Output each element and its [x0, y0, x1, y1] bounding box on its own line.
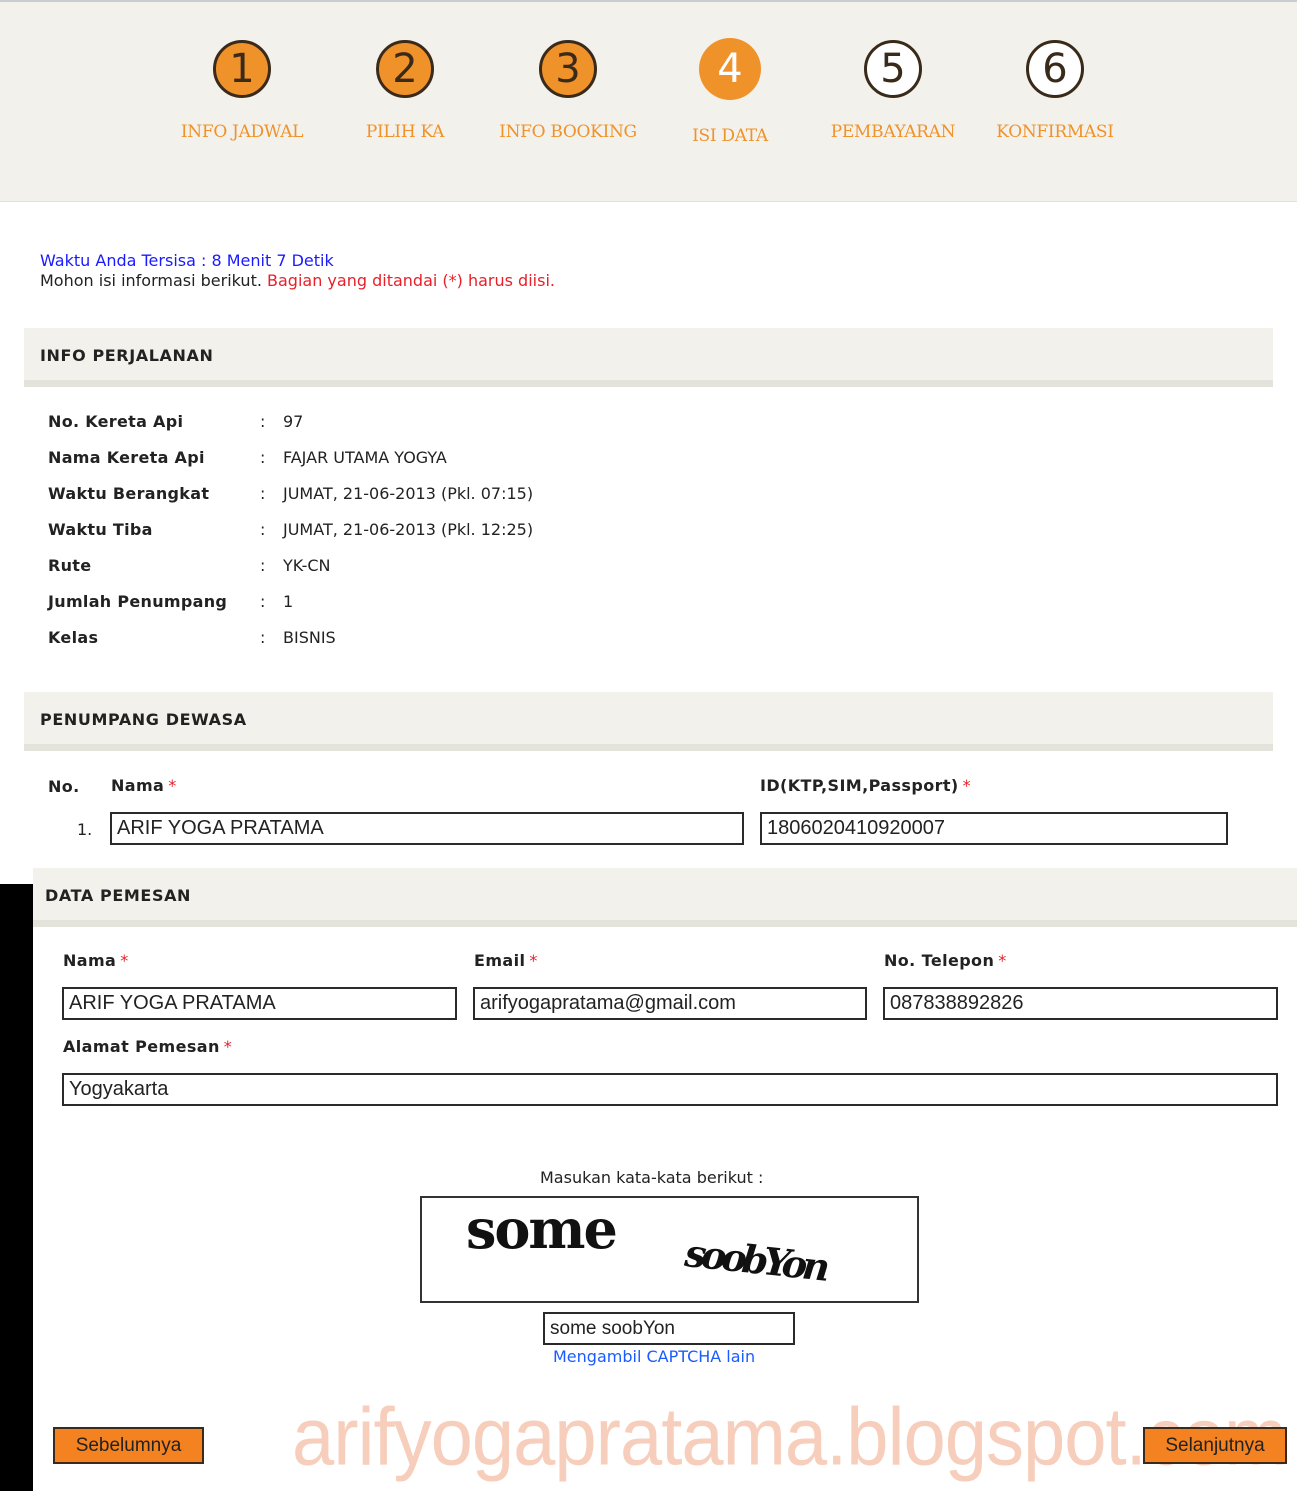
section-trip-info: INFO PERJALANAN: [24, 328, 1273, 387]
column-header-id: ID(KTP,SIM,Passport) *: [760, 776, 971, 795]
form-notice: Mohon isi informasi berikut. Bagian yang…: [40, 271, 555, 290]
left-black-strip: [0, 884, 33, 1491]
booker-name-input[interactable]: [62, 987, 457, 1020]
step-label: ISI DATA: [692, 126, 768, 146]
info-separator: :: [260, 556, 266, 575]
info-label: Waktu Berangkat: [48, 484, 210, 503]
step-pembayaran: 5 PEMBAYARAN: [803, 40, 983, 142]
booker-name-label: Nama *: [63, 951, 129, 970]
info-label: Jumlah Penumpang: [48, 592, 228, 611]
info-label: Rute: [48, 556, 92, 575]
info-label: No. Kereta Api: [48, 412, 184, 431]
section-title: INFO PERJALANAN: [40, 346, 214, 365]
info-separator: :: [260, 448, 266, 467]
step-konfirmasi: 6 KONFIRMASI: [965, 40, 1145, 142]
info-separator: :: [260, 412, 266, 431]
info-label: Nama Kereta Api: [48, 448, 205, 467]
step-number: 3: [539, 40, 597, 98]
section-title: DATA PEMESAN: [45, 886, 192, 905]
time-remaining: Waktu Anda Tersisa : 8 Menit 7 Detik: [40, 251, 334, 270]
column-header-name-label: Nama: [111, 776, 165, 795]
info-separator: :: [260, 520, 266, 539]
info-separator: :: [260, 592, 266, 611]
required-mark: *: [223, 1037, 233, 1056]
step-isi-data: 4 ISI DATA: [640, 38, 820, 146]
booker-phone-input[interactable]: [883, 987, 1278, 1020]
info-value: BISNIS: [283, 628, 336, 647]
required-mark: *: [529, 951, 538, 970]
section-title: PENUMPANG DEWASA: [40, 710, 247, 729]
captcha-label: Masukan kata-kata berikut :: [540, 1168, 764, 1187]
captcha-image-graphic: some soobYon: [466, 1197, 831, 1290]
step-number: 5: [864, 40, 922, 98]
progress-stepper: 1 INFO JADWAL 2 PILIH KA 3 INFO BOOKING …: [0, 0, 1297, 202]
step-label: INFO BOOKING: [499, 122, 637, 142]
booker-phone-label: No. Telepon *: [884, 951, 1007, 970]
step-label: KONFIRMASI: [996, 122, 1114, 142]
booker-name-label-text: Nama: [63, 951, 117, 970]
section-booker-data: DATA PEMESAN: [33, 868, 1297, 927]
step-number: 2: [376, 40, 434, 98]
step-number: 1: [213, 40, 271, 98]
info-label: Waktu Tiba: [48, 520, 153, 539]
step-info-jadwal: 1 INFO JADWAL: [152, 40, 332, 142]
required-notice: Bagian yang ditandai (*) harus diisi.: [267, 271, 555, 290]
captcha-image: some soobYon: [420, 1196, 919, 1303]
step-number: 6: [1026, 40, 1084, 98]
booker-address-input[interactable]: [62, 1073, 1278, 1106]
step-info-booking: 3 INFO BOOKING: [478, 40, 658, 142]
previous-button[interactable]: Sebelumnya: [53, 1427, 204, 1464]
info-separator: :: [260, 628, 266, 647]
booker-address-label: Alamat Pemesan *: [63, 1037, 232, 1056]
captcha-word-1: some: [466, 1198, 616, 1261]
column-header-id-label: ID(KTP,SIM,Passport): [760, 776, 959, 795]
info-value: JUMAT, 21-06-2013 (Pkl. 07:15): [283, 484, 534, 503]
step-pilih-ka: 2 PILIH KA: [315, 40, 495, 142]
step-label: PEMBAYARAN: [830, 122, 956, 142]
info-value: FAJAR UTAMA YOGYA: [283, 448, 447, 467]
booker-email-label-text: Email: [474, 951, 526, 970]
info-value: JUMAT, 21-06-2013 (Pkl. 12:25): [283, 520, 534, 539]
info-value: YK-CN: [283, 556, 331, 575]
required-mark: *: [962, 776, 972, 795]
booker-email-label: Email *: [474, 951, 538, 970]
section-adult-passenger: PENUMPANG DEWASA: [24, 692, 1273, 751]
column-header-name: Nama *: [111, 776, 177, 795]
booker-email-input[interactable]: [473, 987, 867, 1020]
passenger-name-input[interactable]: [110, 812, 744, 845]
step-number: 4: [699, 38, 761, 100]
captcha-input[interactable]: [543, 1312, 795, 1345]
info-value: 1: [283, 592, 294, 611]
notice-text: Mohon isi informasi berikut.: [40, 271, 268, 290]
row-number: 1.: [77, 820, 93, 839]
info-value: 97: [283, 412, 304, 431]
info-label: Kelas: [48, 628, 99, 647]
booker-phone-label-text: No. Telepon: [884, 951, 995, 970]
next-button[interactable]: Selanjutnya: [1143, 1427, 1287, 1464]
required-mark: *: [120, 951, 129, 970]
booker-address-label-text: Alamat Pemesan: [63, 1037, 220, 1056]
column-header-no: No.: [48, 777, 80, 796]
refresh-captcha-link[interactable]: Mengambil CAPTCHA lain: [553, 1347, 755, 1366]
captcha-word-2: soobYon: [682, 1230, 831, 1290]
info-separator: :: [260, 484, 266, 503]
passenger-id-input[interactable]: [760, 812, 1228, 845]
required-mark: *: [998, 951, 1007, 970]
blog-watermark: arifyogapratama.blogspot.com: [292, 1391, 1287, 1483]
step-label: PILIH KA: [365, 122, 445, 142]
required-mark: *: [168, 776, 177, 795]
step-label: INFO JADWAL: [180, 122, 304, 142]
